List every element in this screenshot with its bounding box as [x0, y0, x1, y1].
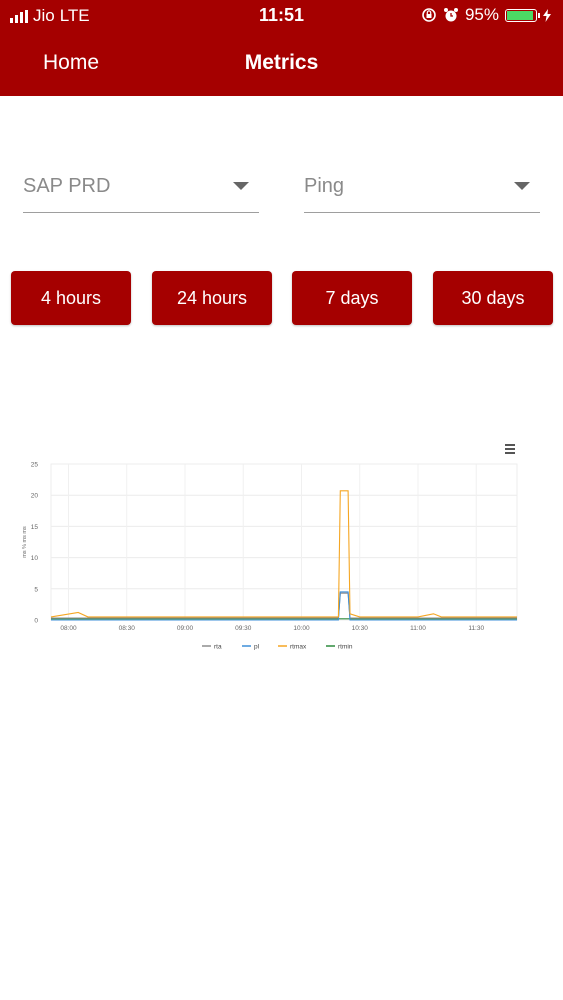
page-title: Metrics	[244, 51, 319, 74]
metrics-chart-svg: 0 5 10 15 20 25 08:00 08:30 09:00 09:30 10:00 10:30…	[22, 462, 518, 651]
x-tick-label: 10:00	[293, 625, 310, 632]
x-tick-label: 11:00	[410, 625, 426, 632]
x-tick-label: 08:00	[60, 625, 77, 632]
legend-label-rtmin: rtmin	[338, 644, 353, 651]
battery-percent: 95%	[464, 5, 499, 24]
metric-select[interactable]: Ping	[304, 168, 540, 213]
status-right: 95%	[421, 5, 551, 25]
chevron-down-icon	[514, 182, 530, 190]
y-axis-label: ms % ms ms	[22, 526, 28, 558]
range-button-4-hours[interactable]: 4 hours	[11, 271, 131, 325]
app-header: Jio LTE 11:51 95% Home Metrics	[0, 0, 563, 96]
status-bar: Jio LTE 11:51 95%	[0, 0, 563, 32]
x-tick-label: 08:30	[119, 625, 136, 632]
y-tick-label: 25	[31, 462, 39, 469]
metrics-chart: 0 5 10 15 20 25 08:00 08:30 09:00 09:30 10:00 10:30…	[20, 436, 525, 660]
x-tick-label: 10:30	[352, 625, 369, 632]
x-tick-label: 09:30	[235, 625, 252, 632]
series-line-rtmax	[50, 490, 517, 618]
orientation-lock-icon	[422, 8, 436, 22]
plot-area	[50, 463, 518, 621]
x-tick-label: 11:30	[468, 625, 484, 632]
alarm-icon	[443, 8, 458, 22]
y-tick-label: 10	[31, 555, 39, 562]
metric-select-value: Ping	[304, 175, 345, 197]
range-button-7-days[interactable]: 7 days	[292, 271, 412, 325]
system-select-value: SAP PRD	[23, 175, 111, 197]
legend-label-rta: rta	[214, 644, 222, 651]
series-line-rta	[51, 592, 517, 619]
y-tick-label: 0	[34, 618, 38, 625]
series-line-pl	[51, 591, 517, 621]
battery-icon	[505, 8, 540, 22]
range-button-24-hours[interactable]: 24 hours	[152, 271, 272, 325]
y-tick-label: 5	[34, 586, 38, 593]
x-tick-label: 09:00	[177, 625, 194, 632]
y-tick-label: 15	[31, 524, 39, 531]
chart-menu-icon[interactable]	[505, 444, 515, 456]
system-select[interactable]: SAP PRD	[23, 168, 259, 213]
y-tick-label: 20	[31, 493, 39, 500]
legend-label-rtmax: rtmax	[290, 644, 307, 651]
charging-icon	[543, 8, 551, 22]
battery-fill	[507, 10, 533, 20]
legend-label-pl: pl	[254, 644, 260, 651]
chevron-down-icon	[233, 182, 249, 190]
range-button-30-days[interactable]: 30 days	[433, 271, 553, 325]
